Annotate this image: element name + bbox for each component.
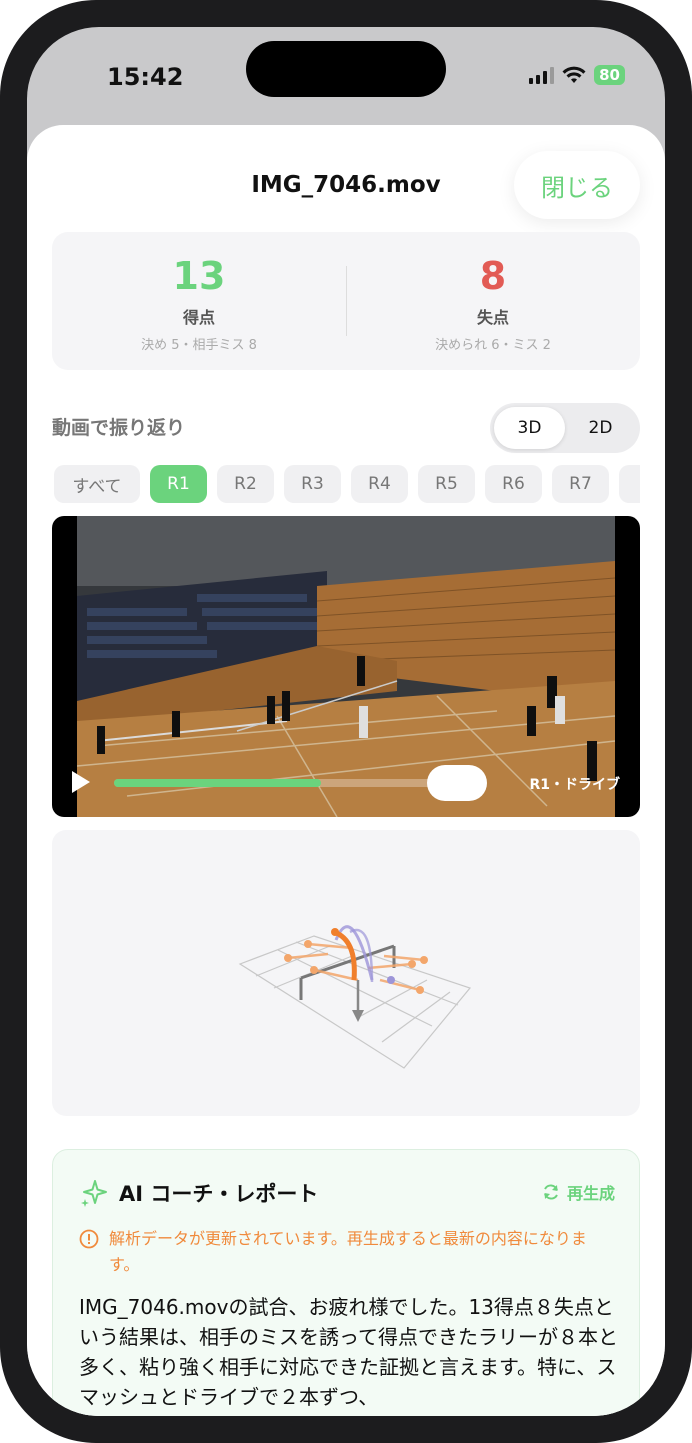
lost-value: 8 xyxy=(479,254,507,298)
chip-r7[interactable]: R7 xyxy=(552,465,609,503)
points-detail: 決め 5・相手ミス 8 xyxy=(141,338,257,353)
phone-frame: 15:42 80 IMG_7046.mov 閉じる 13 得点 決め 5・相手ミ… xyxy=(0,0,692,1443)
lost-detail: 決められ 6・ミス 2 xyxy=(435,338,551,353)
video-rally-label: R1・ドライブ xyxy=(529,777,620,793)
refresh-icon xyxy=(544,1184,558,1200)
points-column: 13 得点 決め 5・相手ミス 8 xyxy=(52,232,346,370)
lost-column: 8 失点 決められ 6・ミス 2 xyxy=(346,232,640,370)
ai-coach-report-card: AI コーチ・レポート 再生成 解析データが更新されています。再生成すると最新の… xyxy=(52,1149,640,1416)
court-3d-diagram xyxy=(238,925,472,1069)
status-time: 15:42 xyxy=(107,63,184,91)
signal-icon xyxy=(529,66,555,84)
sparkle-icon xyxy=(81,1180,107,1207)
chip-r2[interactable]: R2 xyxy=(217,465,274,503)
video-scrubber-thumb[interactable] xyxy=(427,765,487,801)
chip-r6[interactable]: R6 xyxy=(485,465,542,503)
chip-r8-partial[interactable]: R xyxy=(619,465,640,503)
status-icons: 80 xyxy=(529,65,625,85)
ai-report-header: AI コーチ・レポート xyxy=(79,1178,318,1208)
view-2d-option[interactable]: 2D xyxy=(565,407,636,449)
points-label: 得点 xyxy=(182,308,215,327)
chip-r1[interactable]: R1 xyxy=(150,465,207,503)
chip-r3[interactable]: R3 xyxy=(284,465,341,503)
points-value: 13 xyxy=(172,254,226,298)
video-player[interactable]: R1・ドライブ xyxy=(52,516,640,817)
rally-filter-chips: すべて R1 R2 R3 R4 R5 R6 R7 R xyxy=(54,465,640,503)
video-progress-fill xyxy=(114,779,322,787)
warning-text: 解析データが更新されています。再生成すると最新の内容になります。 xyxy=(109,1229,587,1274)
view-mode-toggle: 3D 2D xyxy=(490,403,640,453)
gym-video-frame xyxy=(77,516,615,817)
wifi-icon xyxy=(562,66,586,83)
lost-label: 失点 xyxy=(476,308,509,327)
warning-icon xyxy=(79,1229,99,1249)
chip-all[interactable]: すべて xyxy=(54,465,140,503)
ai-report-title: AI コーチ・レポート xyxy=(119,1182,319,1206)
dynamic-island xyxy=(246,41,446,97)
update-warning: 解析データが更新されています。再生成すると最新の内容になります。 xyxy=(79,1226,589,1278)
view-3d-option[interactable]: 3D xyxy=(494,407,565,449)
review-section-title: 動画で振り返り xyxy=(52,417,186,439)
chip-r5[interactable]: R5 xyxy=(418,465,475,503)
regenerate-label: 再生成 xyxy=(566,1184,615,1203)
screen: 15:42 80 IMG_7046.mov 閉じる 13 得点 決め 5・相手ミ… xyxy=(27,27,665,1416)
video-detail-sheet: IMG_7046.mov 閉じる 13 得点 決め 5・相手ミス 8 8 失点 … xyxy=(27,125,665,1416)
score-summary-card: 13 得点 決め 5・相手ミス 8 8 失点 決められ 6・ミス 2 xyxy=(52,232,640,370)
battery-indicator: 80 xyxy=(594,65,625,85)
close-button[interactable]: 閉じる xyxy=(514,151,640,219)
ai-report-body: IMG_7046.movの試合、お疲れ様でした。13得点８失点という結果は、相手… xyxy=(79,1295,618,1409)
play-icon[interactable] xyxy=(72,771,90,793)
regenerate-button[interactable]: 再生成 xyxy=(541,1180,615,1204)
chip-r4[interactable]: R4 xyxy=(351,465,408,503)
video-progress-bar[interactable] xyxy=(114,779,454,787)
trajectory-3d-view[interactable] xyxy=(52,830,640,1116)
